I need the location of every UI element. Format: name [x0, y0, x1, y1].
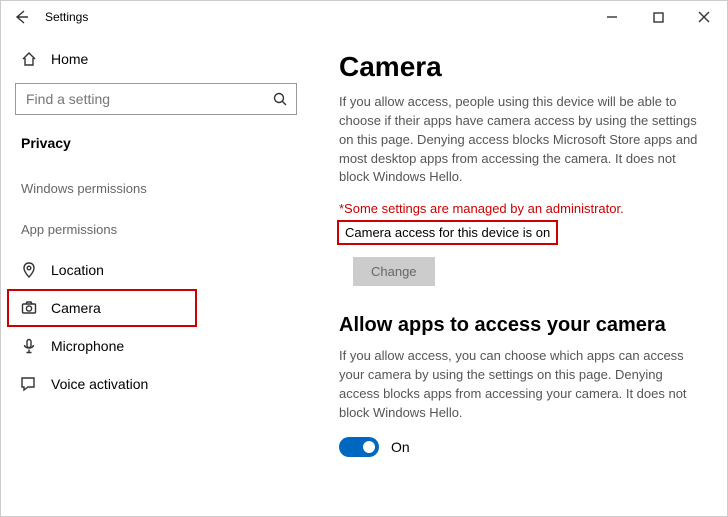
search-box	[15, 83, 297, 115]
back-button[interactable]	[1, 1, 41, 33]
nav-home-label: Home	[51, 51, 88, 67]
camera-icon	[21, 300, 37, 316]
change-button[interactable]: Change	[353, 257, 435, 286]
titlebar: Settings	[1, 1, 727, 33]
toggle-knob	[363, 441, 375, 453]
minimize-button[interactable]	[589, 1, 635, 33]
device-access-status: Camera access for this device is on	[339, 222, 556, 243]
allow-apps-toggle-row: On	[339, 437, 701, 457]
close-button[interactable]	[681, 1, 727, 33]
nav-location[interactable]: Location	[1, 251, 311, 289]
nav-microphone[interactable]: Microphone	[1, 327, 311, 365]
window-controls	[589, 1, 727, 33]
intro-text: If you allow access, people using this d…	[339, 93, 701, 187]
maximize-icon	[653, 12, 664, 23]
minimize-icon	[606, 11, 618, 23]
allow-apps-toggle[interactable]	[339, 437, 379, 457]
close-icon	[698, 11, 710, 23]
toggle-label: On	[391, 439, 410, 455]
sidebar: Home Privacy Windows permissions App per…	[1, 33, 311, 516]
nav-location-label: Location	[51, 262, 104, 278]
microphone-icon	[21, 338, 37, 354]
window-title: Settings	[41, 10, 88, 24]
group-windows-permissions: Windows permissions	[1, 169, 311, 210]
page-heading: Camera	[339, 51, 701, 83]
section-privacy: Privacy	[1, 129, 311, 169]
nav-camera[interactable]: Camera	[7, 289, 197, 327]
admin-notice: *Some settings are managed by an adminis…	[339, 201, 701, 216]
voice-icon	[21, 376, 37, 392]
allow-apps-heading: Allow apps to access your camera	[339, 314, 701, 337]
location-icon	[21, 262, 37, 278]
content-pane: Camera If you allow access, people using…	[311, 33, 727, 516]
nav-voice-label: Voice activation	[51, 376, 148, 392]
nav-voice-activation[interactable]: Voice activation	[1, 365, 311, 403]
group-app-permissions: App permissions	[1, 210, 311, 251]
nav-camera-label: Camera	[51, 300, 101, 316]
allow-apps-text: If you allow access, you can choose whic…	[339, 347, 701, 422]
maximize-button[interactable]	[635, 1, 681, 33]
search-input[interactable]	[15, 83, 297, 115]
home-icon	[21, 51, 37, 67]
nav-home[interactable]: Home	[1, 41, 311, 77]
search-icon	[273, 92, 287, 106]
settings-window: Settings Home	[0, 0, 728, 517]
nav-microphone-label: Microphone	[51, 338, 124, 354]
back-arrow-icon	[13, 9, 29, 25]
